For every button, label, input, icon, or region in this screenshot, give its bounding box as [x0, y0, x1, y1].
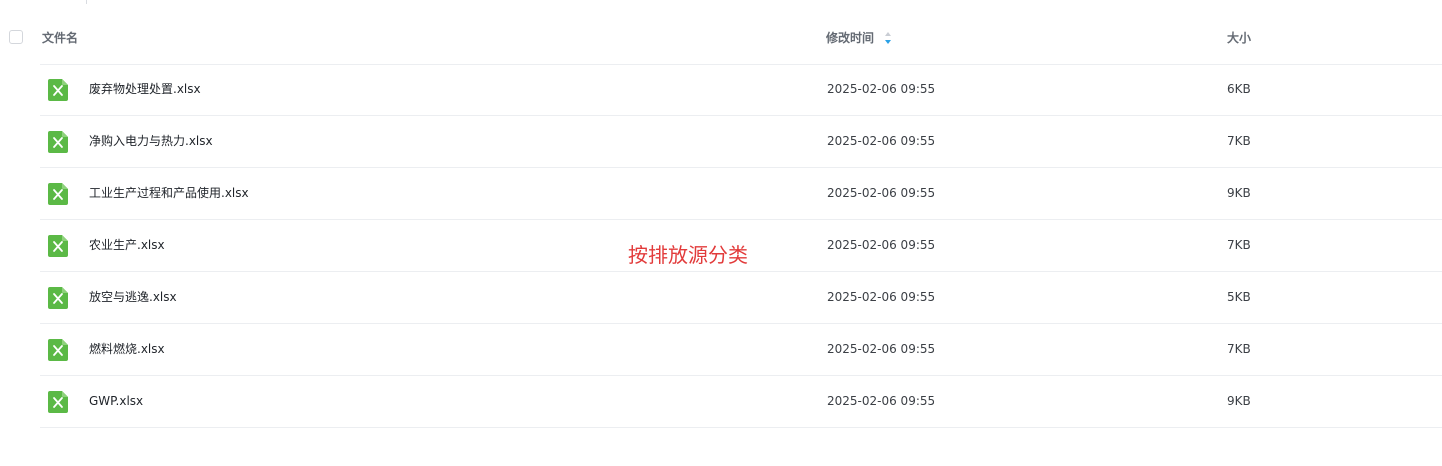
file-name[interactable]: 农业生产.xlsx [89, 237, 165, 253]
file-size: 5KB [1227, 290, 1251, 304]
table-row[interactable]: 废弃物处理处置.xlsx 2025-02-06 09:55 6KB [0, 64, 1442, 115]
file-modified-time: 2025-02-06 09:55 [827, 238, 936, 252]
top-divider-tick [86, 0, 87, 4]
table-row[interactable]: GWP.xlsx 2025-02-06 09:55 9KB [0, 376, 1442, 427]
excel-file-icon [48, 339, 68, 361]
file-modified-time: 2025-02-06 09:55 [827, 394, 936, 408]
column-header-modified[interactable]: 修改时间 [826, 30, 874, 46]
excel-file-icon [48, 287, 68, 309]
file-name[interactable]: 废弃物处理处置.xlsx [89, 81, 201, 97]
row-divider [40, 427, 1442, 428]
file-size: 9KB [1227, 186, 1251, 200]
file-modified-time: 2025-02-06 09:55 [827, 186, 936, 200]
file-name[interactable]: 放空与逃逸.xlsx [89, 289, 177, 305]
table-row[interactable]: 放空与逃逸.xlsx 2025-02-06 09:55 5KB [0, 272, 1442, 323]
sort-up-down-icon[interactable] [884, 31, 892, 45]
file-modified-time: 2025-02-06 09:55 [827, 82, 936, 96]
table-row[interactable]: 工业生产过程和产品使用.xlsx 2025-02-06 09:55 9KB [0, 168, 1442, 219]
file-size: 7KB [1227, 342, 1251, 356]
annotation-text: 按排放源分类 [628, 243, 748, 267]
file-size: 6KB [1227, 82, 1251, 96]
excel-file-icon [48, 79, 68, 101]
column-header-size[interactable]: 大小 [1227, 30, 1251, 46]
file-modified-time: 2025-02-06 09:55 [827, 290, 936, 304]
table-row[interactable]: 净购入电力与热力.xlsx 2025-02-06 09:55 7KB [0, 116, 1442, 167]
table-row[interactable]: 燃料燃烧.xlsx 2025-02-06 09:55 7KB [0, 324, 1442, 375]
select-all-checkbox[interactable] [9, 30, 23, 44]
excel-file-icon [48, 235, 68, 257]
file-size: 9KB [1227, 394, 1251, 408]
file-modified-time: 2025-02-06 09:55 [827, 342, 936, 356]
file-size: 7KB [1227, 134, 1251, 148]
file-table: 文件名 修改时间 大小 废弃物处理处置.xlsx 2025-02-06 09:5… [0, 13, 1442, 428]
file-name[interactable]: 工业生产过程和产品使用.xlsx [89, 185, 249, 201]
file-size: 7KB [1227, 238, 1251, 252]
excel-file-icon [48, 131, 68, 153]
column-header-name[interactable]: 文件名 [42, 30, 78, 46]
file-modified-time: 2025-02-06 09:55 [827, 134, 936, 148]
table-header: 文件名 修改时间 大小 [0, 13, 1442, 64]
excel-file-icon [48, 391, 68, 413]
file-name[interactable]: 燃料燃烧.xlsx [89, 341, 165, 357]
excel-file-icon [48, 183, 68, 205]
file-name[interactable]: 净购入电力与热力.xlsx [89, 133, 213, 149]
file-name[interactable]: GWP.xlsx [89, 393, 143, 409]
